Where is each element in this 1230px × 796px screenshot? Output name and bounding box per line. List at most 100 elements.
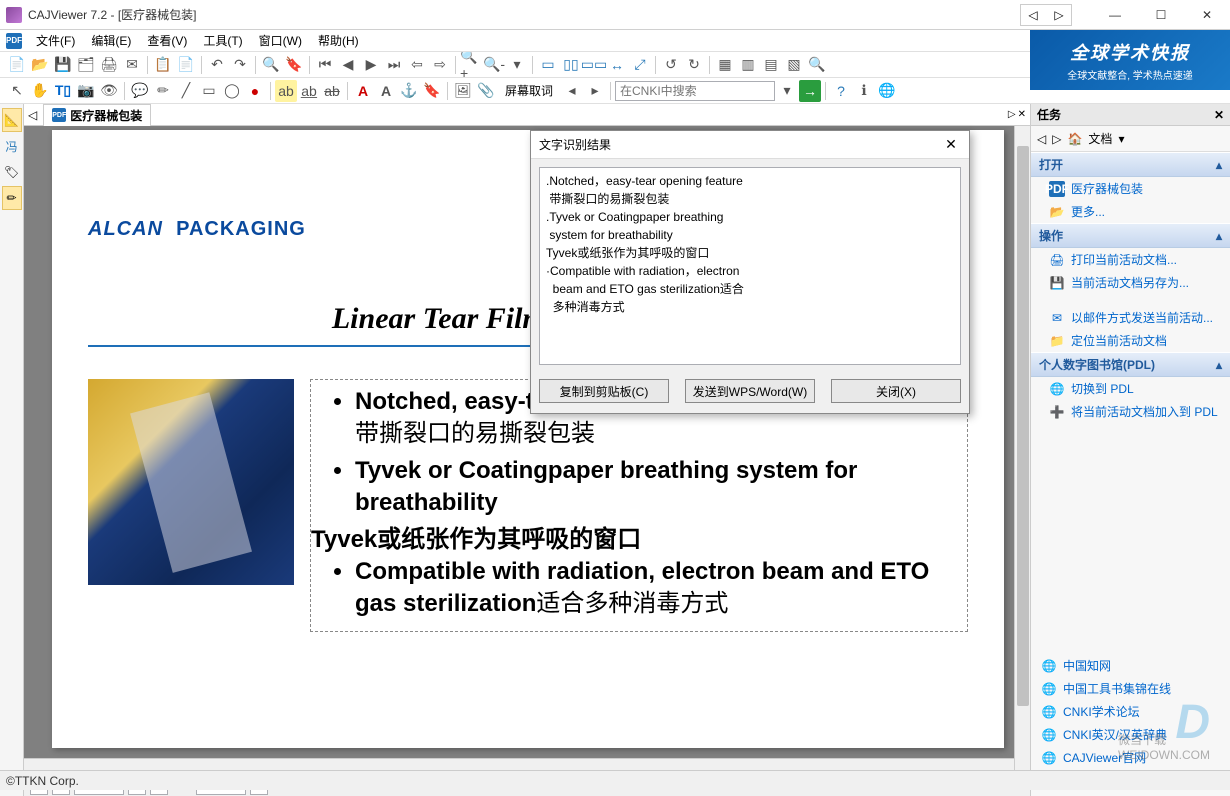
chevron-right-icon[interactable]: ▸ [584, 80, 606, 102]
snapshot-icon[interactable]: 📷 [75, 80, 97, 102]
panel-back-icon[interactable]: ◁ [1037, 132, 1046, 146]
ellipse-icon[interactable]: ◯ [221, 80, 243, 102]
section-ops[interactable]: 操作▴ [1031, 223, 1230, 248]
panel-close-icon[interactable]: ✕ [1214, 108, 1224, 122]
fill-circle-icon[interactable]: ● [244, 80, 266, 102]
tab-arrow-left-icon[interactable]: ◁ [28, 108, 37, 122]
globe-icon[interactable]: 🌐 [876, 80, 898, 102]
print-icon[interactable]: 🖨 [98, 54, 120, 76]
magnifier-icon[interactable]: 🔍 [806, 54, 828, 76]
redo-icon[interactable]: ↷ [229, 54, 251, 76]
layout2-icon[interactable]: ▥ [737, 54, 759, 76]
ops-locate[interactable]: 📁定位当前活动文档 [1031, 329, 1230, 352]
menu-edit[interactable]: 编辑(E) [83, 30, 139, 51]
pencil-icon[interactable]: ✏ [152, 80, 174, 102]
copy-icon[interactable]: 📋 [152, 54, 174, 76]
panel-forward-icon[interactable]: ▷ [1052, 132, 1061, 146]
scrollbar-vertical[interactable] [1014, 126, 1030, 774]
tool-highlight[interactable]: ✏ [2, 186, 22, 210]
info-icon[interactable]: ℹ [853, 80, 875, 102]
menu-view[interactable]: 查看(V) [139, 30, 195, 51]
minimize-button[interactable]: — [1092, 0, 1138, 30]
rotate-left-icon[interactable]: ↺ [660, 54, 682, 76]
font-color-icon[interactable]: A [375, 80, 397, 102]
first-page-icon[interactable]: ⏮ [314, 54, 336, 76]
dialog-close-icon[interactable]: ✕ [941, 136, 961, 153]
font-a-icon[interactable]: A [352, 80, 374, 102]
nav-forward-icon[interactable]: ▷ [1047, 5, 1071, 25]
save-icon[interactable]: 💾 [52, 54, 74, 76]
saveall-icon[interactable]: 🗂 [75, 54, 97, 76]
ops-print[interactable]: 🖨打印当前活动文档... [1031, 248, 1230, 271]
ops-saveas[interactable]: 💾当前活动文档另存为... [1031, 271, 1230, 294]
send-word-button[interactable]: 发送到WPS/Word(W) [685, 379, 815, 403]
open-item-0[interactable]: PDF医疗器械包装 [1031, 177, 1230, 200]
tool-note[interactable]: 🏷 [2, 160, 22, 184]
menu-file[interactable]: 文件(F) [28, 30, 83, 51]
panel-tab-doc[interactable]: 文档 [1088, 130, 1112, 147]
ocr-icon[interactable]: 👁 [98, 80, 120, 102]
search-icon[interactable]: 🔍 [260, 54, 282, 76]
copy-clipboard-button[interactable]: 复制到剪贴板(C) [539, 379, 669, 403]
chevron-left-icon[interactable]: ◂ [561, 80, 583, 102]
ops-mail[interactable]: ✉以邮件方式发送当前活动... [1031, 306, 1230, 329]
fit-width-icon[interactable]: ↔ [606, 54, 628, 76]
nav-back-icon[interactable]: ◁ [1021, 5, 1045, 25]
fit-page-icon[interactable]: ⤢ [629, 54, 651, 76]
link-cnki[interactable]: 🌐中国知网 [1031, 654, 1230, 677]
link-forum[interactable]: 🌐CNKI学术论坛 [1031, 700, 1230, 723]
layout4-icon[interactable]: ▧ [783, 54, 805, 76]
search-input[interactable] [615, 81, 775, 101]
highlight-icon[interactable]: ab [275, 80, 297, 102]
ocr-text-output[interactable]: .Notched，easy-tear opening feature 带撕裂口的… [539, 167, 961, 365]
forward-icon[interactable]: ⇨ [429, 54, 451, 76]
document-tab[interactable]: PDF 医疗器械包装 [43, 104, 151, 126]
new-icon[interactable]: 📄 [6, 54, 28, 76]
dialog-titlebar[interactable]: 文字识别结果 ✕ [531, 131, 969, 159]
back-icon[interactable]: ⇦ [406, 54, 428, 76]
tab-close-icon[interactable]: ✕ [1018, 109, 1026, 120]
open-icon[interactable]: 📂 [29, 54, 51, 76]
zoom-in-icon[interactable]: 🔍+ [460, 54, 482, 76]
go-icon[interactable]: → [799, 80, 821, 102]
tool-text[interactable]: 冯 [2, 134, 22, 158]
stamp-icon[interactable]: 🔖 [421, 80, 443, 102]
hand-icon[interactable]: ✋ [29, 80, 51, 102]
pdl-switch[interactable]: 🌐切换到 PDL [1031, 377, 1230, 400]
search-dropdown-icon[interactable]: ▾ [776, 80, 798, 102]
facing-icon[interactable]: ▭▭ [583, 54, 605, 76]
last-page-icon[interactable]: ⏭ [383, 54, 405, 76]
maximize-button[interactable]: ☐ [1138, 0, 1184, 30]
layout1-icon[interactable]: ▦ [714, 54, 736, 76]
continuous-icon[interactable]: ▯▯ [560, 54, 582, 76]
line-icon[interactable]: ╱ [175, 80, 197, 102]
paste-icon[interactable]: 📄 [175, 54, 197, 76]
tool-select[interactable]: 📐 [2, 108, 22, 132]
close-dialog-button[interactable]: 关闭(X) [831, 379, 961, 403]
section-pdl[interactable]: 个人数字图书馆(PDL)▴ [1031, 352, 1230, 377]
pdl-add[interactable]: ➕将当前活动文档加入到 PDL [1031, 400, 1230, 423]
underline-icon[interactable]: a̲b̲ [298, 80, 320, 102]
next-page-icon[interactable]: ▶ [360, 54, 382, 76]
close-button[interactable]: ✕ [1184, 0, 1230, 30]
image-icon[interactable]: 🖼 [452, 80, 474, 102]
tab-arrow-right-icon[interactable]: ▷ [1008, 109, 1016, 120]
open-item-1[interactable]: 📂更多... [1031, 200, 1230, 223]
single-page-icon[interactable]: ▭ [537, 54, 559, 76]
screen-fetch-button[interactable]: 屏幕取词 [498, 81, 560, 101]
mail-icon[interactable]: ✉ [121, 54, 143, 76]
zoom-out-icon[interactable]: 🔍- [483, 54, 505, 76]
prev-page-icon[interactable]: ◀ [337, 54, 359, 76]
section-open[interactable]: 打开▴ [1031, 152, 1230, 177]
bookmark-icon[interactable]: 🔖 [283, 54, 305, 76]
home-icon[interactable]: 🏠 [1067, 132, 1082, 146]
zoom-dropdown-icon[interactable]: ▾ [506, 54, 528, 76]
undo-icon[interactable]: ↶ [206, 54, 228, 76]
strikeout-icon[interactable]: ab [321, 80, 343, 102]
anchor-icon[interactable]: ⚓ [398, 80, 420, 102]
attach-icon[interactable]: 📎 [475, 80, 497, 102]
menu-window[interactable]: 窗口(W) [251, 30, 310, 51]
chevron-down-icon[interactable]: ▾ [1118, 132, 1124, 146]
rect-icon[interactable]: ▭ [198, 80, 220, 102]
comment-icon[interactable]: 💬 [129, 80, 151, 102]
